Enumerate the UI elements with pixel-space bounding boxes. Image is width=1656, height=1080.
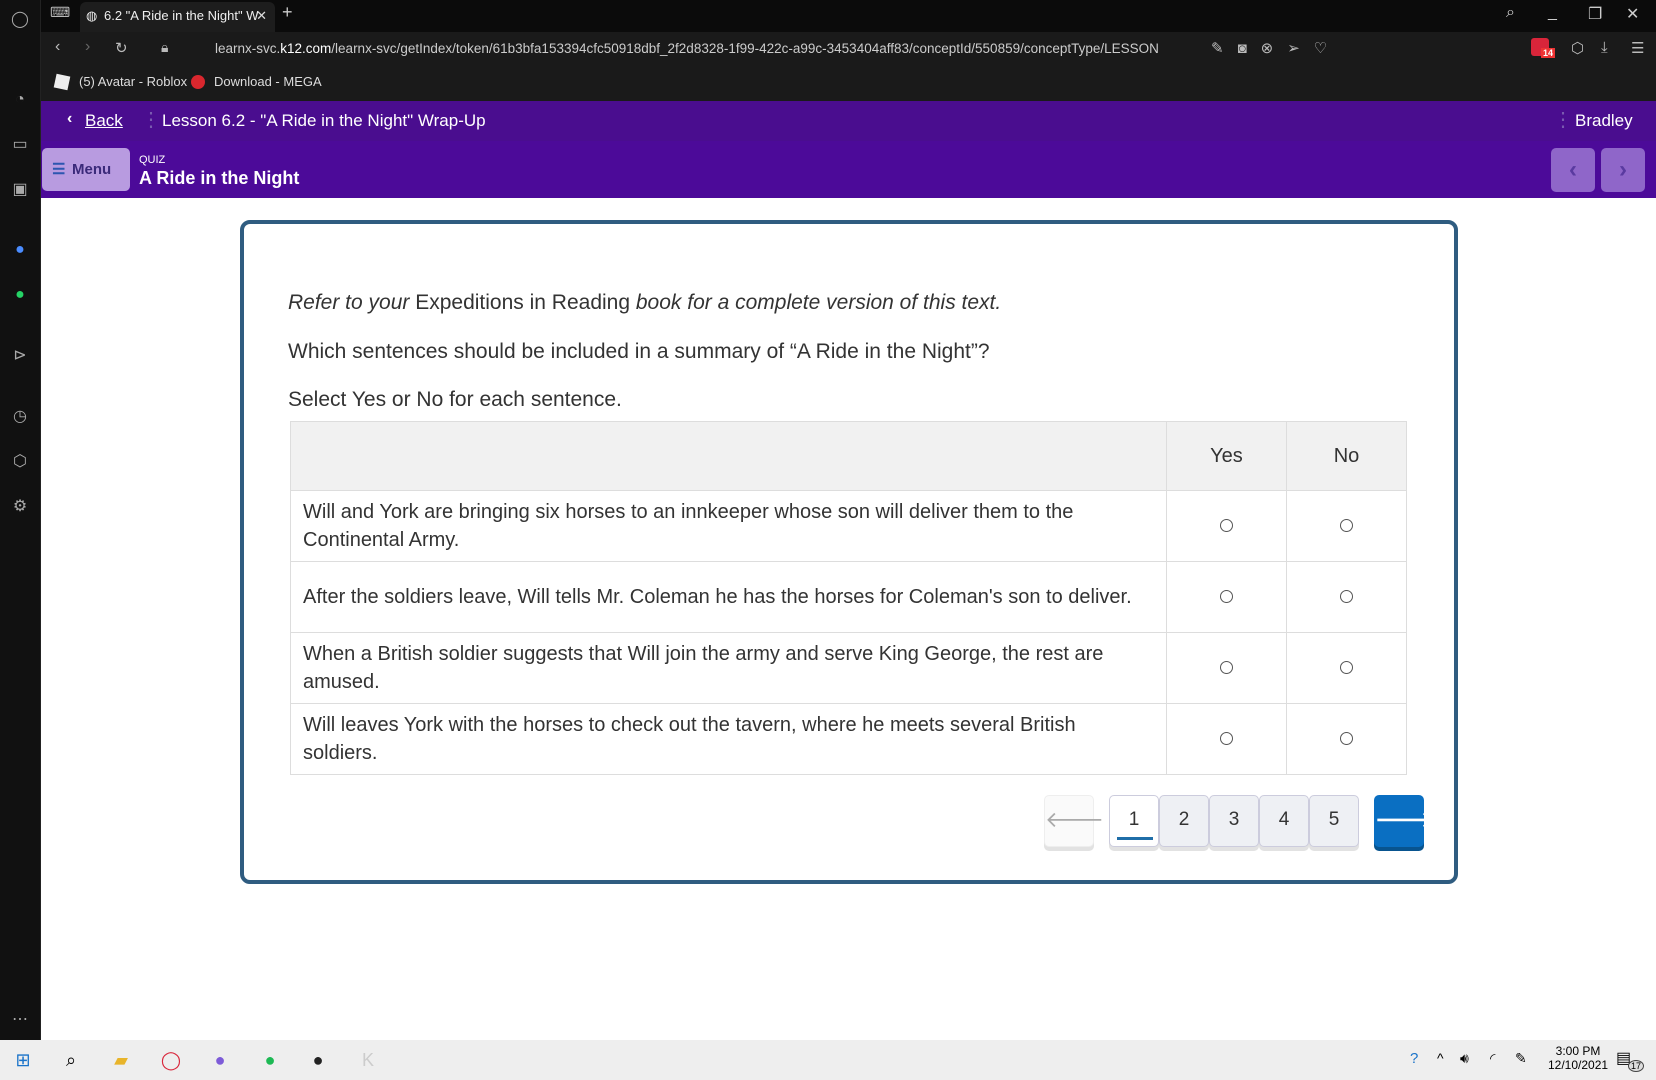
easy-setup-icon[interactable]: ☰ <box>1631 39 1644 57</box>
search-tabs-icon[interactable]: ⌕ <box>1506 4 1515 22</box>
start-icon[interactable]: ⊞ <box>8 1046 38 1074</box>
next-question-button[interactable]: 🡒 <box>1374 795 1434 847</box>
question-instruction: Select Yes or No for each sentence. <box>288 388 622 411</box>
page-2-button[interactable]: 2 <box>1159 795 1209 847</box>
divider: ⋮ <box>1553 109 1573 131</box>
opera-icon[interactable]: ◯ <box>156 1046 186 1074</box>
table-row: Will leaves York with the horses to chec… <box>290 703 1407 775</box>
site-info-icon[interactable]: 🔒︎ <box>161 39 168 56</box>
sentence: After the soldiers leave, Will tells Mr.… <box>290 561 1167 633</box>
k12-icon[interactable]: K <box>353 1046 383 1074</box>
tab-title: 6.2 "A Ride in the Night" W <box>104 8 259 23</box>
bookmarks-bar: (5) Avatar - Roblox Download - MEGA <box>41 66 1656 101</box>
lesson-title: Lesson 6.2 - "A Ride in the Night" Wrap-… <box>162 111 486 130</box>
table-header: Yes No <box>290 421 1407 491</box>
file-explorer-icon[interactable]: ▰ <box>106 1046 136 1074</box>
url-field[interactable]: learnx-svc.k12.com/learnx-svc/getIndex/t… <box>215 41 1159 56</box>
current-page-indicator <box>1117 837 1153 840</box>
close-tab-icon[interactable]: ✕ <box>256 2 267 30</box>
forward-nav-icon[interactable]: › <box>85 38 90 56</box>
restore-icon[interactable]: ❐ <box>1588 4 1602 24</box>
radio-no[interactable] <box>1340 732 1353 745</box>
chevron-left-icon: ‹ <box>67 110 73 127</box>
opera-logo-icon[interactable]: ◯ <box>8 8 32 32</box>
twitch-icon[interactable]: ▣ <box>8 178 32 202</box>
download-icon[interactable]: ⤓ <box>1601 39 1608 56</box>
speed-dial-icon[interactable]: ◔ <box>8 88 32 112</box>
pen-icon[interactable]: ✎ <box>1515 1050 1527 1067</box>
clock[interactable]: 3:00 PM 12/10/2021 <box>1548 1044 1608 1072</box>
workspace-icon[interactable]: ▭ <box>8 133 32 157</box>
lesson-header: ‹ Back ⋮ Lesson 6.2 - "A Ride in the Nig… <box>41 101 1656 141</box>
sentence: Will leaves York with the horses to chec… <box>290 703 1167 775</box>
close-window-icon[interactable]: ✕ <box>1626 4 1639 24</box>
sentence: Will and York are bringing six horses to… <box>290 490 1167 562</box>
menu-label: Menu <box>72 161 112 178</box>
next-activity-button[interactable]: › <box>1601 148 1645 192</box>
menu-icon: ☰ <box>52 161 66 178</box>
table-row: When a British soldier suggests that Wil… <box>290 632 1407 704</box>
whatsapp-icon[interactable]: ● <box>8 283 32 307</box>
divider: ⋮ <box>141 109 161 131</box>
radio-yes[interactable] <box>1220 732 1233 745</box>
extensions-icon[interactable]: ⬡ <box>8 450 32 474</box>
mega-icon <box>191 75 205 89</box>
player-icon[interactable]: ⊳ <box>8 344 32 368</box>
prev-question-button[interactable]: 🡐 <box>1044 795 1104 847</box>
new-tab-button[interactable]: + <box>282 2 293 23</box>
reload-icon[interactable]: ↻ <box>115 39 128 57</box>
quiz-bar: QUIZ A Ride in the Night <box>41 141 1656 198</box>
toolbar-icons[interactable]: ✎◙⊗➢♡ <box>1211 39 1341 57</box>
page-4-button[interactable]: 4 <box>1259 795 1309 847</box>
radio-yes[interactable] <box>1220 590 1233 603</box>
volume-icon[interactable]: 🔊︎ <box>1460 1050 1469 1067</box>
discord-icon[interactable]: ● <box>205 1046 235 1074</box>
bookmark-roblox[interactable]: (5) Avatar - Roblox <box>79 74 187 89</box>
reference-note: Refer to your Expeditions in Reading boo… <box>288 291 1002 314</box>
cube-icon[interactable]: ⬡ <box>1571 39 1584 57</box>
windows-taskbar: ⊞ ⌕ ▰ ◯ ● ● ● K ? ^ 🔊︎ ◜ ✎ 3:00 PM 12/10/… <box>0 1040 1656 1080</box>
settings-icon[interactable]: ⚙ <box>8 495 32 519</box>
quiz-label: QUIZ <box>139 154 166 166</box>
help-icon[interactable]: ? <box>1410 1050 1418 1067</box>
messenger-icon[interactable]: ● <box>8 238 32 262</box>
minimize-icon[interactable]: _ <box>1548 4 1557 22</box>
answer-table: Yes No Will and York are bringing six hor… <box>290 421 1407 775</box>
history-icon[interactable]: ◷ <box>8 405 32 429</box>
page-3-button[interactable]: 3 <box>1209 795 1259 847</box>
question-prompt: Which sentences should be included in a … <box>288 340 990 363</box>
browser-tab[interactable]: ◍ 6.2 "A Ride in the Night" W ✕ <box>80 2 275 32</box>
roblox-icon <box>53 73 71 91</box>
prev-activity-button[interactable]: ‹ <box>1551 148 1595 192</box>
extension-badge: 14 <box>1541 48 1556 58</box>
bookmark-mega[interactable]: Download - MEGA <box>214 74 322 89</box>
radio-yes[interactable] <box>1220 519 1233 532</box>
notification-count: 17 <box>1628 1060 1645 1072</box>
table-row: After the soldiers leave, Will tells Mr.… <box>290 561 1407 633</box>
column-no: No <box>1286 421 1407 491</box>
radio-no[interactable] <box>1340 661 1353 674</box>
page-1-button[interactable]: 1 <box>1109 795 1159 847</box>
page-5-button[interactable]: 5 <box>1309 795 1359 847</box>
spotify-icon[interactable]: ● <box>255 1046 285 1074</box>
app-g-icon[interactable]: ● <box>303 1046 333 1074</box>
user-name[interactable]: Bradley <box>1575 111 1633 131</box>
wifi-icon[interactable]: ◜ <box>1490 1050 1495 1067</box>
search-icon[interactable]: ⌕ <box>56 1046 86 1074</box>
show-hidden-icons[interactable]: ^ <box>1437 1050 1444 1066</box>
radio-no[interactable] <box>1340 590 1353 603</box>
back-link[interactable]: Back <box>85 111 123 131</box>
column-yes: Yes <box>1166 421 1287 491</box>
table-row: Will and York are bringing six horses to… <box>290 490 1407 562</box>
browser-sidebar: ◯ ◔ ▭ ▣ ● ● ⊳ ◷ ⬡ ⚙ ⋯ <box>0 0 41 1040</box>
back-nav-icon[interactable]: ‹ <box>55 38 60 56</box>
radio-no[interactable] <box>1340 519 1353 532</box>
globe-icon: ◍ <box>86 8 98 23</box>
quiz-title: A Ride in the Night <box>139 168 300 188</box>
menu-button[interactable]: ☰ Menu <box>42 148 130 191</box>
sentence: When a British soldier suggests that Wil… <box>290 632 1167 704</box>
gamepad-icon[interactable]: ⌨ <box>50 4 70 21</box>
more-icon[interactable]: ⋯ <box>8 1008 32 1032</box>
radio-yes[interactable] <box>1220 661 1233 674</box>
